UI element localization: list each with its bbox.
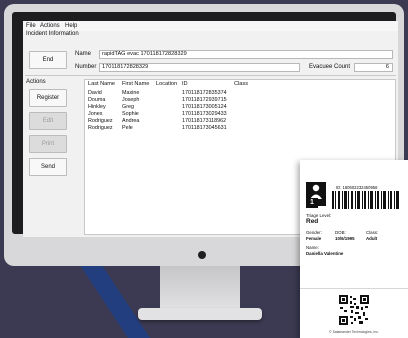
actions-title: Actions <box>26 79 46 85</box>
cell-id: 170118173029433 <box>182 111 227 117</box>
evacuee-count-field[interactable]: 6 <box>354 63 393 72</box>
table-row[interactable]: Hinkley Greg 170118173005124 <box>85 104 395 111</box>
column-header-id[interactable]: ID <box>182 81 188 87</box>
column-header-location[interactable]: Location <box>156 81 177 87</box>
cell-first-name: Maxine <box>122 90 140 96</box>
triage-value: Red <box>306 218 319 225</box>
number-field[interactable]: 170118172828329 <box>99 63 300 72</box>
cell-last-name: Rodriguez <box>88 118 113 124</box>
table-row[interactable]: Douma Joseph 170118172939715 <box>85 97 395 104</box>
card-id: ID: 160602232450958 <box>336 185 378 190</box>
edit-button[interactable]: Edit <box>29 112 67 130</box>
name-field[interactable]: rapidTAG evac 1701181728283​29 <box>99 50 393 59</box>
qr-code-icon <box>339 295 369 325</box>
cell-id: 170118172939715 <box>182 97 227 103</box>
cell-last-name: David <box>88 90 102 96</box>
name-label: Name: <box>306 245 319 250</box>
print-button[interactable]: Print <box>29 135 67 153</box>
badge-number: 1 <box>306 198 318 208</box>
barcode-icon <box>332 191 399 209</box>
column-header-class[interactable]: Class <box>234 81 248 87</box>
cell-first-name: Greg <box>122 104 134 110</box>
cell-id: 170118173045631 <box>182 125 227 131</box>
menu-actions[interactable]: Actions <box>40 23 60 29</box>
name-value: Daniella Valentine <box>306 251 344 256</box>
table-row[interactable]: Rodriguez Pele 170118173045631 <box>85 125 395 132</box>
cell-id: 170118173118962 <box>182 118 227 124</box>
column-header-last-name[interactable]: Last Name <box>88 81 115 87</box>
power-indicator-icon <box>198 251 206 259</box>
menu-file[interactable]: File <box>26 23 36 29</box>
gender-value: Female <box>306 236 322 241</box>
table-row[interactable]: Jones Sophie 170118173029433 <box>85 111 395 118</box>
dob-value: 10/6/1995 <box>335 236 355 241</box>
gender-label: Gender: <box>306 230 322 235</box>
cell-first-name: Sophie <box>122 111 139 117</box>
cell-first-name: Pele <box>122 125 133 131</box>
evacuee-count-label: Evacuee Count <box>309 64 351 70</box>
monitor-base <box>138 308 262 320</box>
menu-bar: File Actions Help <box>23 21 398 31</box>
table-row[interactable]: Rodriguez Andrea 170118173118962 <box>85 118 395 125</box>
name-label: Name <box>75 51 92 57</box>
table-row[interactable]: David Maxine 170118172835374 <box>85 90 395 97</box>
class-label: Class: <box>366 230 379 235</box>
card-divider <box>300 288 408 289</box>
cell-last-name: Jones <box>88 111 103 117</box>
incident-title: Incident Information <box>26 31 79 37</box>
menu-help[interactable]: Help <box>65 23 77 29</box>
monitor-stand <box>160 266 240 314</box>
cell-last-name: Douma <box>88 97 106 103</box>
cell-last-name: Rodriguez <box>88 125 113 131</box>
cell-id: 170118173005124 <box>182 104 227 110</box>
column-header-first-name[interactable]: First Name <box>122 81 149 87</box>
section-divider <box>25 75 396 76</box>
triage-tag-card: 1 ID: 160602232450958 Triage Level: Red … <box>300 160 408 338</box>
cell-last-name: Hinkley <box>88 104 106 110</box>
cell-id: 170118172835374 <box>182 90 227 96</box>
register-button[interactable]: Register <box>29 89 67 107</box>
send-button[interactable]: Send <box>29 158 67 176</box>
cell-first-name: Andrea <box>122 118 140 124</box>
card-footer: © Salamander Technologies, Inc. <box>329 330 379 334</box>
end-button[interactable]: End <box>29 51 67 69</box>
cell-first-name: Joseph <box>122 97 140 103</box>
dob-label: DOB: <box>335 230 346 235</box>
class-value: Adult <box>366 236 378 241</box>
number-label: Number <box>75 64 97 70</box>
